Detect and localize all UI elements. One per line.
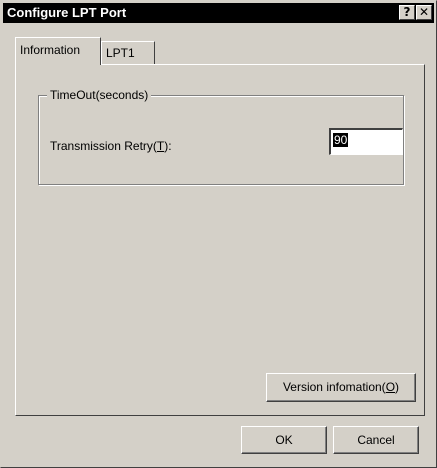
transmission-retry-label: Transmission Retry(T): bbox=[50, 139, 172, 153]
retry-label-suffix: ): bbox=[164, 139, 172, 153]
ok-button[interactable]: OK bbox=[241, 426, 327, 454]
tab-lpt1[interactable]: LPT1 bbox=[101, 41, 155, 65]
tab-information[interactable]: Information bbox=[15, 37, 101, 65]
tab-information-label: Information bbox=[20, 43, 81, 57]
version-information-button[interactable]: Version infomation(O) bbox=[266, 373, 416, 402]
information-tab-panel: TimeOut(seconds) Transmission Retry(T): … bbox=[15, 64, 425, 416]
help-button[interactable]: ? bbox=[399, 5, 415, 20]
help-icon: ? bbox=[403, 5, 411, 19]
version-label-prefix: Version infomation( bbox=[282, 380, 386, 394]
retry-value: 90 bbox=[333, 133, 349, 147]
window-title: Configure LPT Port bbox=[7, 5, 127, 20]
transmission-retry-input[interactable]: 90 bbox=[329, 128, 403, 155]
close-button[interactable]: ✕ bbox=[416, 5, 432, 20]
configure-lpt-port-dialog: Configure LPT Port ? ✕ Information LPT1 … bbox=[0, 0, 437, 468]
version-label-suffix: ) bbox=[395, 380, 400, 394]
version-label-mnemonic: O bbox=[385, 380, 396, 394]
groupbox-title: TimeOut(seconds) bbox=[47, 88, 152, 102]
close-icon: ✕ bbox=[418, 5, 430, 19]
title-bar: Configure LPT Port ? ✕ bbox=[3, 3, 434, 23]
timeout-groupbox: TimeOut(seconds) Transmission Retry(T): … bbox=[38, 88, 404, 185]
tab-lpt1-label: LPT1 bbox=[106, 46, 135, 60]
retry-label-prefix: Transmission Retry( bbox=[50, 139, 157, 153]
cancel-button[interactable]: Cancel bbox=[333, 426, 419, 454]
